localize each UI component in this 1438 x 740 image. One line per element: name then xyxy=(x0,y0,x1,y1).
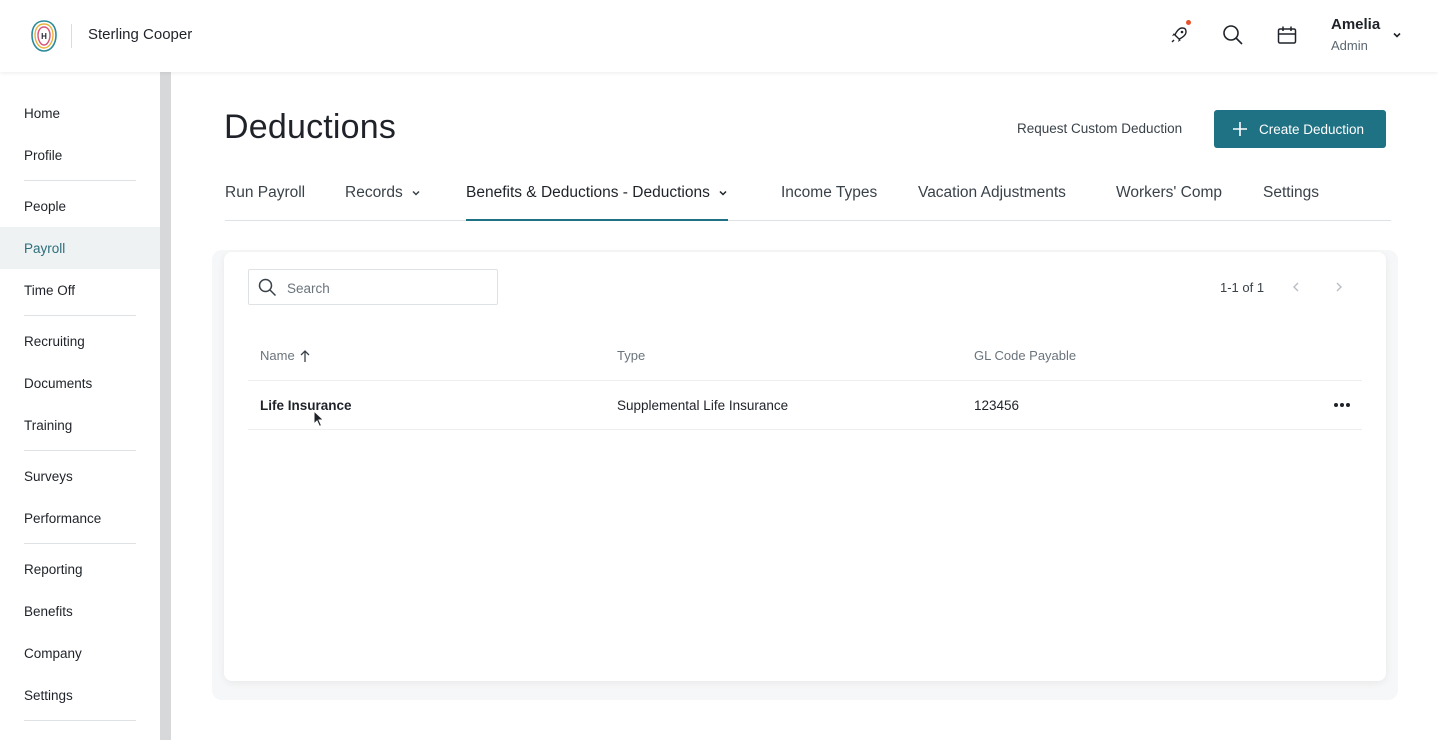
sidebar-item-recruiting[interactable]: Recruiting xyxy=(0,320,160,362)
top-bar: H Sterling Cooper Amelia Admin xyxy=(0,0,1438,72)
sidebar-item-people[interactable]: People xyxy=(0,185,160,227)
pagination-text: 1-1 of 1 xyxy=(1220,280,1265,295)
column-header-name-label: Name xyxy=(260,348,295,363)
sidebar-divider xyxy=(24,315,136,316)
chevron-down-icon xyxy=(412,190,420,196)
row-name[interactable]: Life Insurance xyxy=(260,398,352,413)
sidebar-item-performance[interactable]: Performance xyxy=(0,497,160,539)
sidebar-divider xyxy=(24,543,136,544)
launch-rocket-icon[interactable] xyxy=(1166,20,1192,48)
search-icon[interactable] xyxy=(1220,22,1246,48)
tab-income-types[interactable]: Income Types xyxy=(781,178,877,221)
tab-records-label: Records xyxy=(345,184,403,201)
sidebar-item-documents[interactable]: Documents xyxy=(0,362,160,404)
search-icon xyxy=(258,278,277,297)
mouse-cursor-icon xyxy=(313,409,325,433)
column-header-name[interactable]: Name xyxy=(260,348,311,363)
sidebar-item-company[interactable]: Company xyxy=(0,632,160,674)
svg-text:H: H xyxy=(41,32,47,41)
tab-benefits-deductions-label: Benefits & Deductions - Deductions xyxy=(466,184,710,201)
plus-icon xyxy=(1233,122,1247,136)
table-row[interactable]: Life Insurance Supplemental Life Insuran… xyxy=(248,380,1362,430)
tab-workers-comp[interactable]: Workers' Comp xyxy=(1116,178,1222,221)
row-gl-code: 123456 xyxy=(974,398,1020,413)
sidebar-item-benefits[interactable]: Benefits xyxy=(0,590,160,632)
sort-ascending-arrow-icon xyxy=(300,349,310,362)
create-deduction-label: Create Deduction xyxy=(1259,121,1365,137)
search-input[interactable] xyxy=(287,278,487,298)
inbox-icon[interactable] xyxy=(1274,22,1300,48)
sidebar-item-settings[interactable]: Settings xyxy=(0,674,160,716)
sidebar-item-surveys[interactable]: Surveys xyxy=(0,455,160,497)
company-logo-icon[interactable]: H xyxy=(30,19,58,53)
chevron-down-icon[interactable] xyxy=(1391,28,1403,46)
sidebar-divider xyxy=(24,720,136,721)
more-options-icon[interactable] xyxy=(1331,395,1353,415)
company-name: Sterling Cooper xyxy=(88,26,193,43)
next-page-icon[interactable] xyxy=(1332,279,1346,295)
sidebar-divider xyxy=(24,180,136,181)
chevron-down-icon xyxy=(719,190,727,196)
sidebar-item-time-off[interactable]: Time Off xyxy=(0,269,160,311)
previous-page-icon[interactable] xyxy=(1289,279,1303,295)
sidebar-scrollbar[interactable] xyxy=(160,72,171,740)
sidebar-item-reporting[interactable]: Reporting xyxy=(0,548,160,590)
logo-divider xyxy=(71,24,72,48)
tab-bar: Run Payroll Records Benefits & Deduction… xyxy=(225,178,1391,221)
page-title: Deductions xyxy=(224,108,397,146)
user-name[interactable]: Amelia xyxy=(1331,16,1380,33)
tab-benefits-deductions[interactable]: Benefits & Deductions - Deductions xyxy=(466,178,728,221)
create-deduction-button[interactable]: Create Deduction xyxy=(1214,110,1386,148)
tab-run-payroll[interactable]: Run Payroll xyxy=(225,178,305,221)
tab-vacation-adjustments[interactable]: Vacation Adjustments xyxy=(918,178,1066,221)
sidebar-item-training[interactable]: Training xyxy=(0,404,160,446)
tab-settings[interactable]: Settings xyxy=(1263,178,1319,221)
user-role: Admin xyxy=(1331,38,1368,53)
sidebar-item-payroll[interactable]: Payroll xyxy=(0,227,160,269)
column-header-gl-code[interactable]: GL Code Payable xyxy=(974,348,1076,363)
search-field[interactable] xyxy=(248,269,498,305)
sidebar: Home Profile People Payroll Time Off Rec… xyxy=(0,72,160,740)
sidebar-divider xyxy=(24,450,136,451)
deductions-table-card: 1-1 of 1 Name Type GL Code Payable Life … xyxy=(224,252,1386,681)
row-type: Supplemental Life Insurance xyxy=(617,398,789,413)
tab-records[interactable]: Records xyxy=(345,178,421,221)
request-custom-deduction-link[interactable]: Request Custom Deduction xyxy=(1017,121,1182,136)
notification-dot xyxy=(1186,20,1191,25)
column-header-type[interactable]: Type xyxy=(617,348,645,363)
sidebar-item-home[interactable]: Home xyxy=(0,92,160,134)
sidebar-item-profile[interactable]: Profile xyxy=(0,134,160,176)
